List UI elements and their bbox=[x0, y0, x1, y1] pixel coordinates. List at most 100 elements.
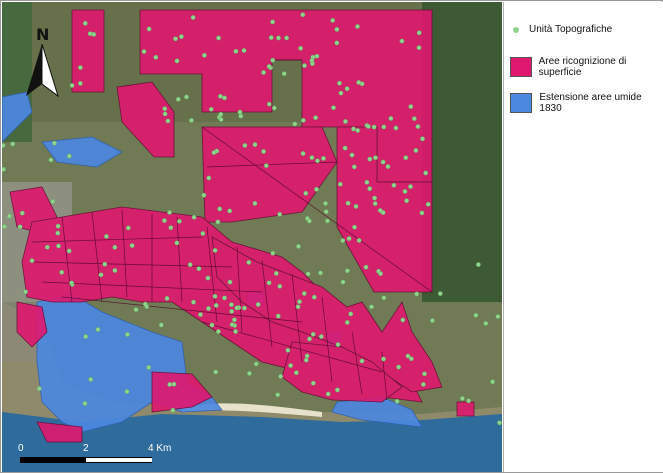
topographic-unit-point bbox=[300, 117, 306, 123]
topographic-unit-point bbox=[212, 293, 218, 299]
topographic-unit-point bbox=[233, 48, 239, 54]
topographic-unit-point bbox=[303, 357, 309, 363]
topographic-unit-point bbox=[300, 12, 306, 18]
topographic-unit-point bbox=[52, 140, 57, 146]
topographic-unit-point bbox=[125, 332, 130, 337]
topographic-unit-point bbox=[344, 268, 350, 274]
topographic-unit-point bbox=[167, 382, 173, 387]
legend-item-survey-areas: Aree ricognizione di superficie bbox=[510, 56, 663, 78]
topographic-unit-point bbox=[216, 35, 222, 41]
topographic-unit-point bbox=[69, 280, 75, 286]
topographic-unit-point bbox=[215, 329, 221, 334]
topographic-unit-point bbox=[129, 243, 135, 249]
topographic-unit-point bbox=[284, 35, 289, 41]
topographic-unit-point bbox=[209, 322, 215, 328]
topographic-unit-point bbox=[306, 218, 312, 224]
topographic-unit-point bbox=[268, 35, 274, 40]
topographic-unit-point bbox=[466, 398, 471, 404]
topographic-unit-point bbox=[314, 53, 320, 59]
topographic-unit-point bbox=[98, 272, 104, 278]
topographic-unit-point bbox=[266, 64, 272, 69]
topographic-unit-point bbox=[394, 398, 400, 404]
scale-tick-4km: 4 Km bbox=[148, 443, 171, 454]
topographic-unit-point bbox=[422, 371, 427, 377]
topographic-unit-point bbox=[234, 305, 240, 311]
legend-label: Unità Topografiche bbox=[529, 24, 613, 35]
topographic-unit-point bbox=[141, 49, 147, 54]
legend-label: Estensione aree umide 1830 bbox=[539, 92, 642, 114]
topographic-unit-point bbox=[349, 152, 355, 158]
topographic-unit-point bbox=[408, 104, 414, 110]
topographic-unit-point bbox=[315, 158, 320, 164]
topographic-unit-point bbox=[275, 313, 281, 319]
topographic-unit-point bbox=[359, 358, 365, 364]
topographic-unit-point bbox=[334, 26, 340, 32]
topographic-unit-point bbox=[325, 391, 331, 397]
topographic-unit-point bbox=[408, 356, 414, 362]
topographic-unit-point bbox=[255, 302, 261, 307]
topographic-unit-point bbox=[419, 210, 425, 216]
topographic-unit-point bbox=[66, 153, 72, 159]
topographic-unit-point bbox=[338, 90, 344, 96]
topographic-unit-point bbox=[217, 206, 223, 212]
topographic-unit-point bbox=[344, 319, 350, 325]
topographic-unit-point bbox=[369, 304, 374, 310]
topographic-unit-point bbox=[367, 186, 373, 192]
topographic-unit-point bbox=[17, 224, 23, 230]
topographic-unit-point bbox=[2, 167, 6, 172]
topographic-unit-point bbox=[321, 155, 326, 161]
topographic-unit-point bbox=[227, 208, 233, 214]
topographic-unit-point bbox=[396, 364, 401, 370]
topographic-unit-point bbox=[191, 299, 196, 305]
topographic-unit-point bbox=[297, 299, 302, 305]
topographic-unit-point bbox=[253, 361, 259, 367]
topographic-unit-point bbox=[23, 289, 28, 295]
topographic-unit-point bbox=[142, 301, 148, 307]
topographic-unit-point bbox=[356, 80, 362, 85]
topographic-unit-point bbox=[420, 381, 426, 387]
topographic-unit-point bbox=[337, 181, 343, 187]
topographic-unit-point bbox=[124, 389, 130, 394]
topographic-unit-point bbox=[309, 155, 315, 161]
topographic-unit-point bbox=[91, 32, 97, 37]
topographic-unit-point bbox=[88, 376, 94, 382]
topographic-unit-point bbox=[205, 275, 211, 281]
topographic-unit-point bbox=[201, 192, 207, 198]
topographic-unit-point bbox=[191, 214, 197, 220]
topographic-unit-point bbox=[353, 203, 359, 209]
topographic-unit-point bbox=[380, 159, 386, 165]
topographic-unit-point bbox=[330, 17, 336, 23]
topographic-unit-point bbox=[393, 125, 399, 131]
topographic-unit-point bbox=[82, 20, 88, 26]
survey-area bbox=[71, 9, 105, 93]
topographic-unit-point bbox=[334, 387, 340, 393]
topographic-unit-point bbox=[146, 364, 152, 370]
topographic-unit-point bbox=[252, 142, 258, 148]
topographic-unit-point bbox=[345, 200, 351, 206]
topographic-unit-point bbox=[10, 141, 16, 147]
topographic-unit-point bbox=[175, 96, 181, 102]
topographic-unit-point bbox=[29, 258, 35, 264]
legend-label: Aree ricognizione di superficie bbox=[538, 56, 627, 78]
topographic-unit-point bbox=[413, 148, 419, 153]
topographic-unit-point bbox=[198, 312, 203, 317]
topographic-unit-point bbox=[377, 208, 383, 213]
topographic-unit-point bbox=[190, 15, 196, 20]
topographic-unit-point bbox=[78, 65, 83, 70]
topographic-unit-point bbox=[222, 295, 227, 301]
topographic-unit-point bbox=[158, 322, 164, 328]
map-canvas[interactable]: N 0 2 4 Km bbox=[2, 2, 502, 472]
topographic-unit-point bbox=[242, 142, 248, 148]
topographic-unit-point bbox=[318, 270, 323, 276]
topographic-unit-point bbox=[429, 318, 435, 323]
topographic-unit-point bbox=[346, 236, 352, 242]
topographic-unit-point bbox=[95, 327, 101, 332]
topographic-unit-point bbox=[378, 271, 383, 277]
topographic-unit-point bbox=[171, 381, 177, 387]
topographic-unit-point bbox=[213, 302, 219, 308]
topographic-unit-point bbox=[174, 58, 180, 64]
topographic-unit-point bbox=[246, 370, 252, 376]
topographic-unit-point bbox=[399, 38, 405, 44]
topographic-unit-point bbox=[497, 420, 502, 426]
topographic-unit-point bbox=[364, 179, 370, 185]
